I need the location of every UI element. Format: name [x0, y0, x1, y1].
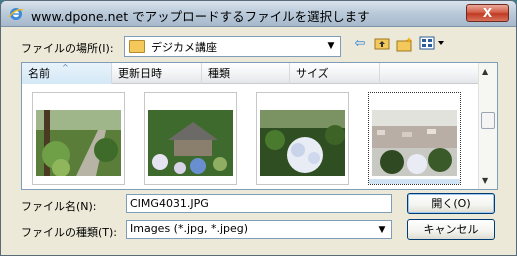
file-open-dialog: www.dpone.net でアップロードするファイルを選択します X ファイル… — [0, 0, 517, 256]
filetype-value: Images (*.jpg, *.jpeg) — [130, 222, 249, 235]
column-date[interactable]: 更新日時 — [112, 63, 202, 84]
chevron-down-icon[interactable]: ▼ — [374, 222, 390, 237]
hydrangea-closeup-photo — [260, 110, 345, 176]
title-bar[interactable]: www.dpone.net でアップロードするファイルを選択します X — [1, 1, 516, 27]
filename-value: CIMG4031.JPG — [130, 197, 209, 210]
location-combobox[interactable]: デジカメ講座 ▼ — [124, 36, 341, 57]
thumbnail-temple-hydrangea[interactable] — [144, 92, 237, 185]
file-list-view[interactable]: ^ 名前 更新日時 種類 サイズ ▲ ▼ — [21, 62, 498, 190]
column-name-label: 名前 — [28, 67, 50, 80]
location-value: デジカメ講座 — [151, 41, 217, 54]
column-size[interactable]: サイズ — [290, 63, 380, 84]
scroll-up-icon[interactable]: ▲ — [482, 67, 488, 76]
column-name[interactable]: ^ 名前 — [22, 63, 112, 84]
cancel-button[interactable]: キャンセル — [407, 219, 495, 240]
view-menu-icon[interactable] — [419, 36, 447, 52]
filetype-label: ファイルの種類(T): — [21, 226, 118, 239]
column-header: ^ 名前 更新日時 種類 サイズ — [22, 63, 479, 84]
town-view-photo — [372, 110, 457, 176]
thumbnail-garden-path[interactable] — [32, 92, 125, 185]
window-title: www.dpone.net でアップロードするファイルを選択します — [31, 9, 370, 24]
vertical-scrollbar[interactable]: ▲ ▼ — [478, 63, 497, 189]
filename-input[interactable]: CIMG4031.JPG — [126, 194, 392, 213]
back-arrow-icon[interactable]: ⇦ — [351, 36, 369, 52]
column-size-label: サイズ — [296, 67, 329, 80]
scroll-thumb[interactable] — [481, 112, 495, 129]
scroll-down-icon[interactable]: ▼ — [482, 176, 488, 185]
selection-band — [369, 179, 460, 184]
thumbnail-town-view[interactable] — [368, 92, 461, 185]
column-type-label: 種類 — [208, 67, 230, 80]
folder-icon — [129, 40, 145, 53]
sort-ascending-icon: ^ — [62, 63, 69, 72]
filename-label: ファイル名(N): — [21, 200, 97, 213]
close-button[interactable]: X — [466, 4, 509, 22]
chevron-down-icon[interactable]: ▼ — [323, 38, 339, 55]
open-button[interactable]: 開く(O) — [407, 193, 495, 214]
filetype-combobox[interactable]: Images (*.jpg, *.jpeg) ▼ — [126, 220, 392, 239]
new-folder-icon[interactable] — [396, 36, 414, 52]
internet-explorer-icon — [8, 8, 24, 20]
location-label: ファイルの場所(I): — [21, 42, 114, 55]
garden-path-photo — [36, 110, 121, 176]
column-date-label: 更新日時 — [118, 67, 162, 80]
thumbnail-hydrangea-closeup[interactable] — [256, 92, 349, 185]
up-folder-icon[interactable] — [373, 36, 391, 52]
temple-hydrangea-photo — [148, 110, 233, 176]
column-type[interactable]: 種類 — [202, 63, 290, 84]
